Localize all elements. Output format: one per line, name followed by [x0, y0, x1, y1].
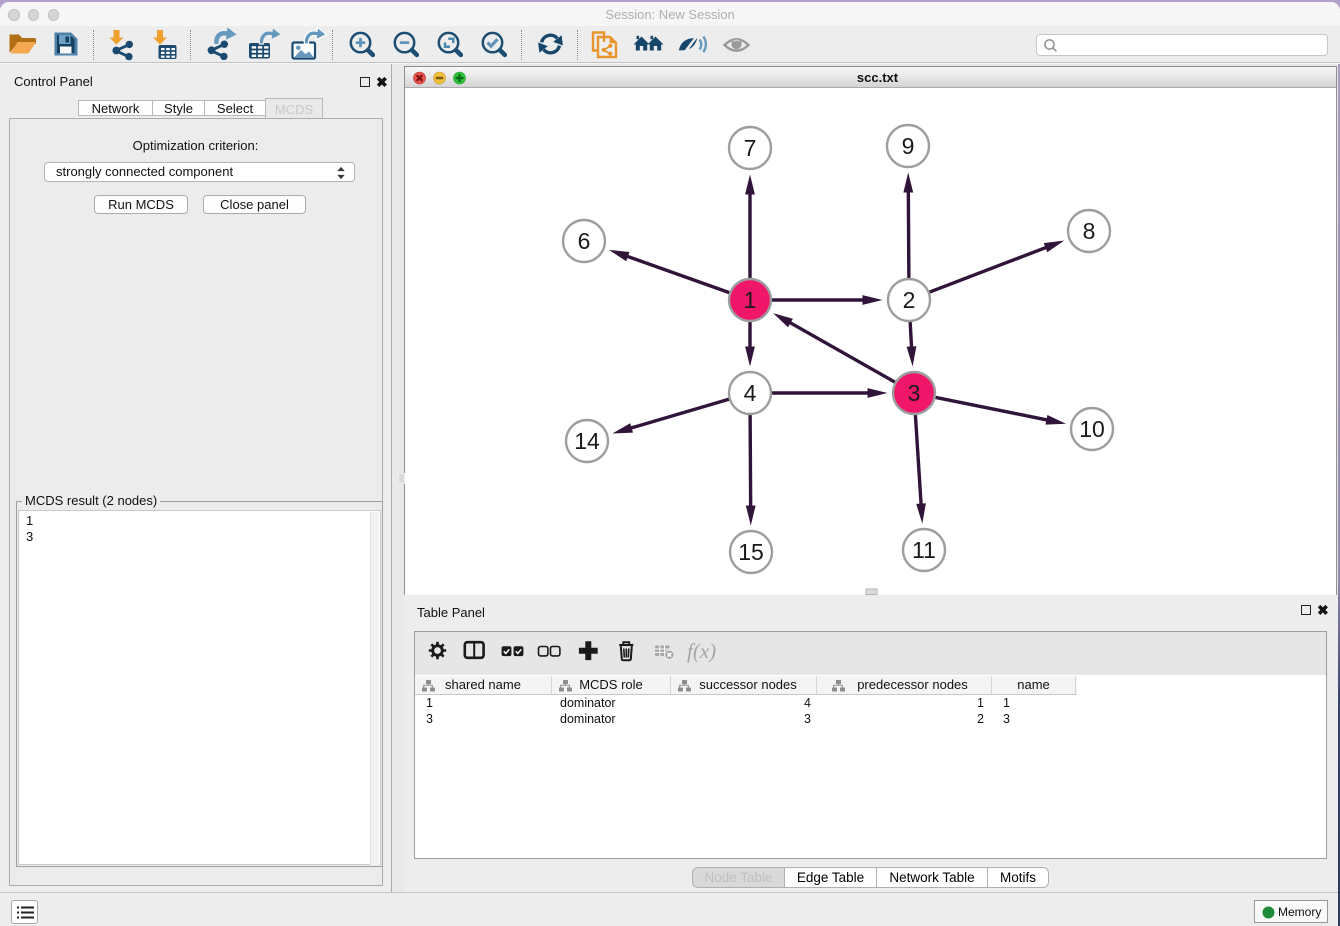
svg-text:3: 3	[908, 380, 921, 406]
svg-text:f(x): f(x)	[687, 639, 716, 663]
svg-text:8: 8	[1083, 218, 1096, 244]
svg-text:10: 10	[1079, 416, 1105, 442]
svg-text:15: 15	[738, 539, 764, 565]
svg-text:2: 2	[903, 287, 916, 313]
svg-text:6: 6	[578, 228, 591, 254]
svg-text:1: 1	[744, 287, 757, 313]
svg-text:4: 4	[744, 380, 757, 406]
svg-text:11: 11	[912, 537, 936, 563]
svg-text:7: 7	[744, 135, 757, 161]
svg-text:14: 14	[574, 428, 600, 454]
svg-text:9: 9	[902, 133, 915, 159]
